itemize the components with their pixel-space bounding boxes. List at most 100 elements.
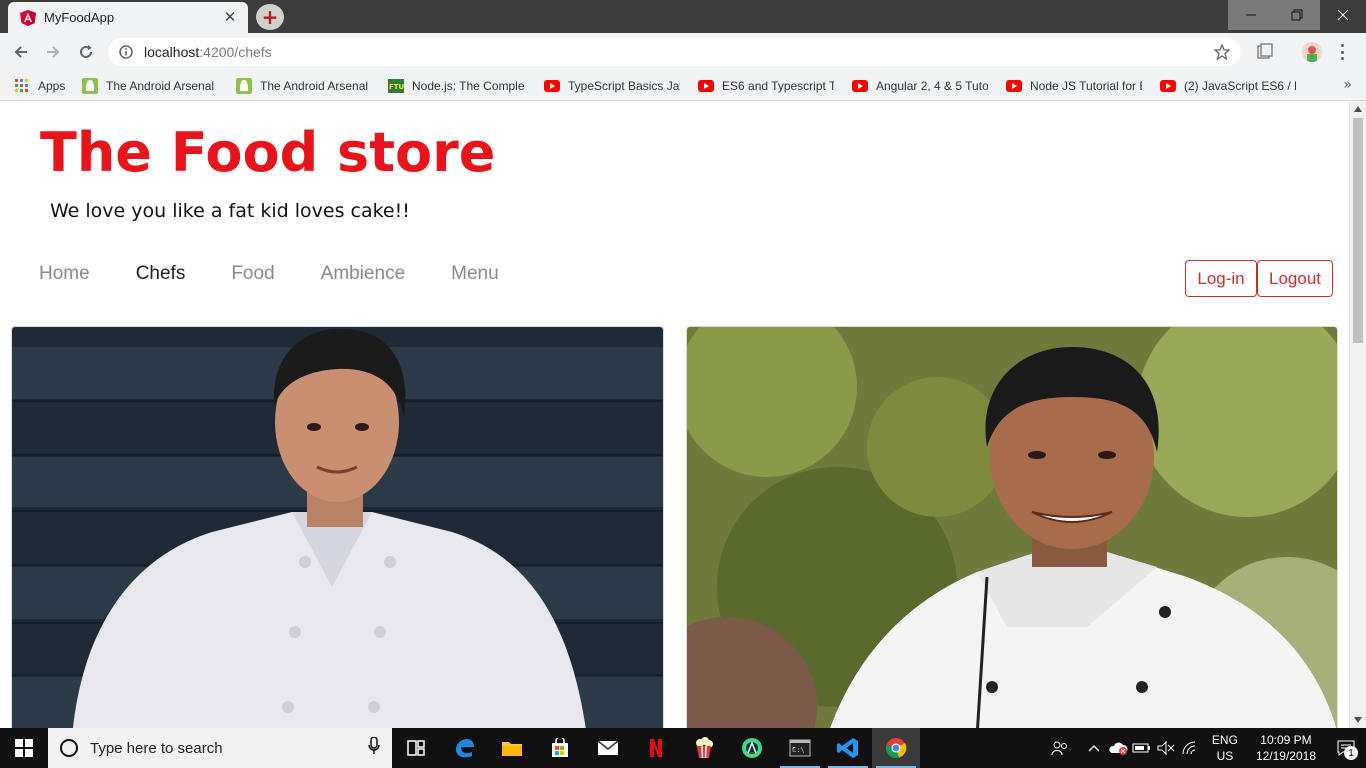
main-nav: Home Chefs Food Ambience Menu [39,263,545,285]
page-scrollbar[interactable] [1349,101,1366,728]
login-button[interactable]: Log-in [1185,260,1257,297]
taskbar-mail[interactable] [584,728,632,768]
forward-arrow-icon [47,46,60,58]
chevron-up-icon[interactable] [1082,728,1106,768]
clock-time: 10:09 PM [1260,733,1312,747]
svg-text:C:\: C:\ [792,746,805,754]
task-view-button[interactable] [392,728,440,768]
youtube-icon [1006,78,1022,94]
input-language[interactable]: ENG US [1212,732,1238,764]
scroll-up-icon[interactable] [1350,101,1366,117]
popcorn-icon [696,737,713,759]
nav-ambience[interactable]: Ambience [321,263,406,285]
bookmark-javascript-es6[interactable]: (2) JavaScript ES6 / ES [1160,71,1310,100]
action-center-button[interactable]: 1 [1326,728,1366,768]
bookmark-es6-typescript[interactable]: ES6 and Typescript Tu [698,71,852,100]
browser-menu-icon[interactable] [1336,42,1348,62]
taskbar-edge[interactable] [440,728,488,768]
youtube-icon [544,78,560,94]
bookmark-nodejs-tutorial[interactable]: Node JS Tutorial for B [1006,71,1160,100]
folder-icon [502,742,522,756]
start-button[interactable] [0,728,48,768]
info-icon[interactable] [118,44,134,60]
bookmark-star-icon[interactable] [1213,43,1231,61]
back-arrow-icon [14,46,27,58]
bookmarks-overflow-icon[interactable]: » [1343,77,1352,93]
taskbar-netflix[interactable] [632,728,680,768]
browser-toolbar: localhost:4200/chefs [0,33,1366,71]
android-icon [236,77,252,94]
bookmark-label: Angular 2, 4 & 5 Tuto [876,78,988,93]
bookmark-label: Apps [38,78,66,93]
taskbar-android-studio[interactable] [728,728,776,768]
new-tab-button[interactable]: + [256,4,284,30]
address-bar[interactable]: localhost:4200/chefs [108,38,1241,66]
bookmark-android-arsenal-2[interactable]: The Android Arsenal [236,71,388,100]
onedrive-error-icon[interactable] [1106,728,1130,768]
windows-logo-icon [15,739,33,757]
bookmark-label: TypeScript Basics Java [568,78,680,93]
search-placeholder: Type here to search [90,739,223,757]
bookmark-typescript-basics[interactable]: TypeScript Basics Java [544,71,698,100]
people-icon[interactable] [1048,728,1072,768]
scroll-down-icon[interactable] [1350,712,1366,728]
youtube-icon [698,78,714,94]
taskbar-chrome[interactable] [872,728,920,768]
bookmark-label: (2) JavaScript ES6 / ES [1184,78,1296,93]
nav-menu[interactable]: Menu [451,263,499,285]
angular-icon [20,9,36,26]
restore-icon [1291,9,1303,21]
taskbar-file-explorer[interactable] [488,728,536,768]
tab-close-icon[interactable]: ✕ [222,10,238,26]
nav-home[interactable]: Home [39,263,90,285]
browser-tab-strip: MyFoodApp ✕ + [0,0,1366,33]
reload-icon [80,45,92,58]
minimize-icon [1246,14,1256,16]
clock-date: 12/19/2018 [1255,749,1316,763]
battery-icon[interactable] [1130,728,1154,768]
apps-grid-icon [14,78,30,94]
profile-avatar-icon[interactable] [1302,42,1322,62]
taskbar-search-box[interactable]: Type here to search [48,728,392,768]
wifi-icon[interactable] [1178,728,1202,768]
task-view-icon [407,740,425,756]
taskbar-store[interactable] [536,728,584,768]
scrollbar-thumb[interactable] [1353,118,1363,343]
page-title: The Food store [40,121,496,184]
android-icon [82,77,98,94]
mail-icon [597,740,619,755]
extension-icon[interactable] [1256,43,1274,61]
store-bag-icon [552,738,568,757]
bookmark-nodejs[interactable]: FTU Node.js: The Complet [388,71,544,100]
reload-button[interactable] [75,41,97,63]
bookmark-android-arsenal-1[interactable]: The Android Arsenal [82,71,236,100]
url-text[interactable]: localhost:4200/chefs [144,44,1213,60]
chef-card-1[interactable] [11,326,664,728]
taskbar-clock[interactable]: 10:09 PM 12/19/2018 [1256,732,1316,764]
browser-tab[interactable]: MyFoodApp ✕ [8,2,248,33]
bookmark-apps[interactable]: Apps [14,71,82,100]
terminal-icon: C:\ [789,739,811,757]
windows-taskbar: Type here to search C:\ ENG US 10:09 PM … [0,728,1366,768]
nav-food[interactable]: Food [231,263,274,285]
taskbar-vscode[interactable] [824,728,872,768]
bookmark-angular[interactable]: Angular 2, 4 & 5 Tuto [852,71,1006,100]
chef-photo-1 [12,327,663,728]
chef-photo-2 [687,327,1337,728]
tab-title: MyFoodApp [44,10,115,25]
logout-button[interactable]: Logout [1257,260,1333,297]
microphone-icon[interactable] [368,736,380,759]
nav-chefs[interactable]: Chefs [136,263,186,285]
close-window-button[interactable] [1320,0,1366,30]
bookmarks-bar: Apps The Android Arsenal The Android Ars… [0,71,1366,101]
chrome-icon [886,738,907,758]
back-button[interactable] [10,41,32,63]
volume-muted-icon[interactable] [1154,728,1178,768]
restore-button[interactable] [1274,0,1320,30]
page-viewport: The Food store We love you like a fat ki… [0,101,1366,728]
taskbar-popcorn[interactable] [680,728,728,768]
taskbar-terminal[interactable]: C:\ [776,728,824,768]
minimize-button[interactable] [1228,0,1274,30]
chef-card-2[interactable] [686,326,1338,728]
forward-button[interactable] [42,41,64,63]
